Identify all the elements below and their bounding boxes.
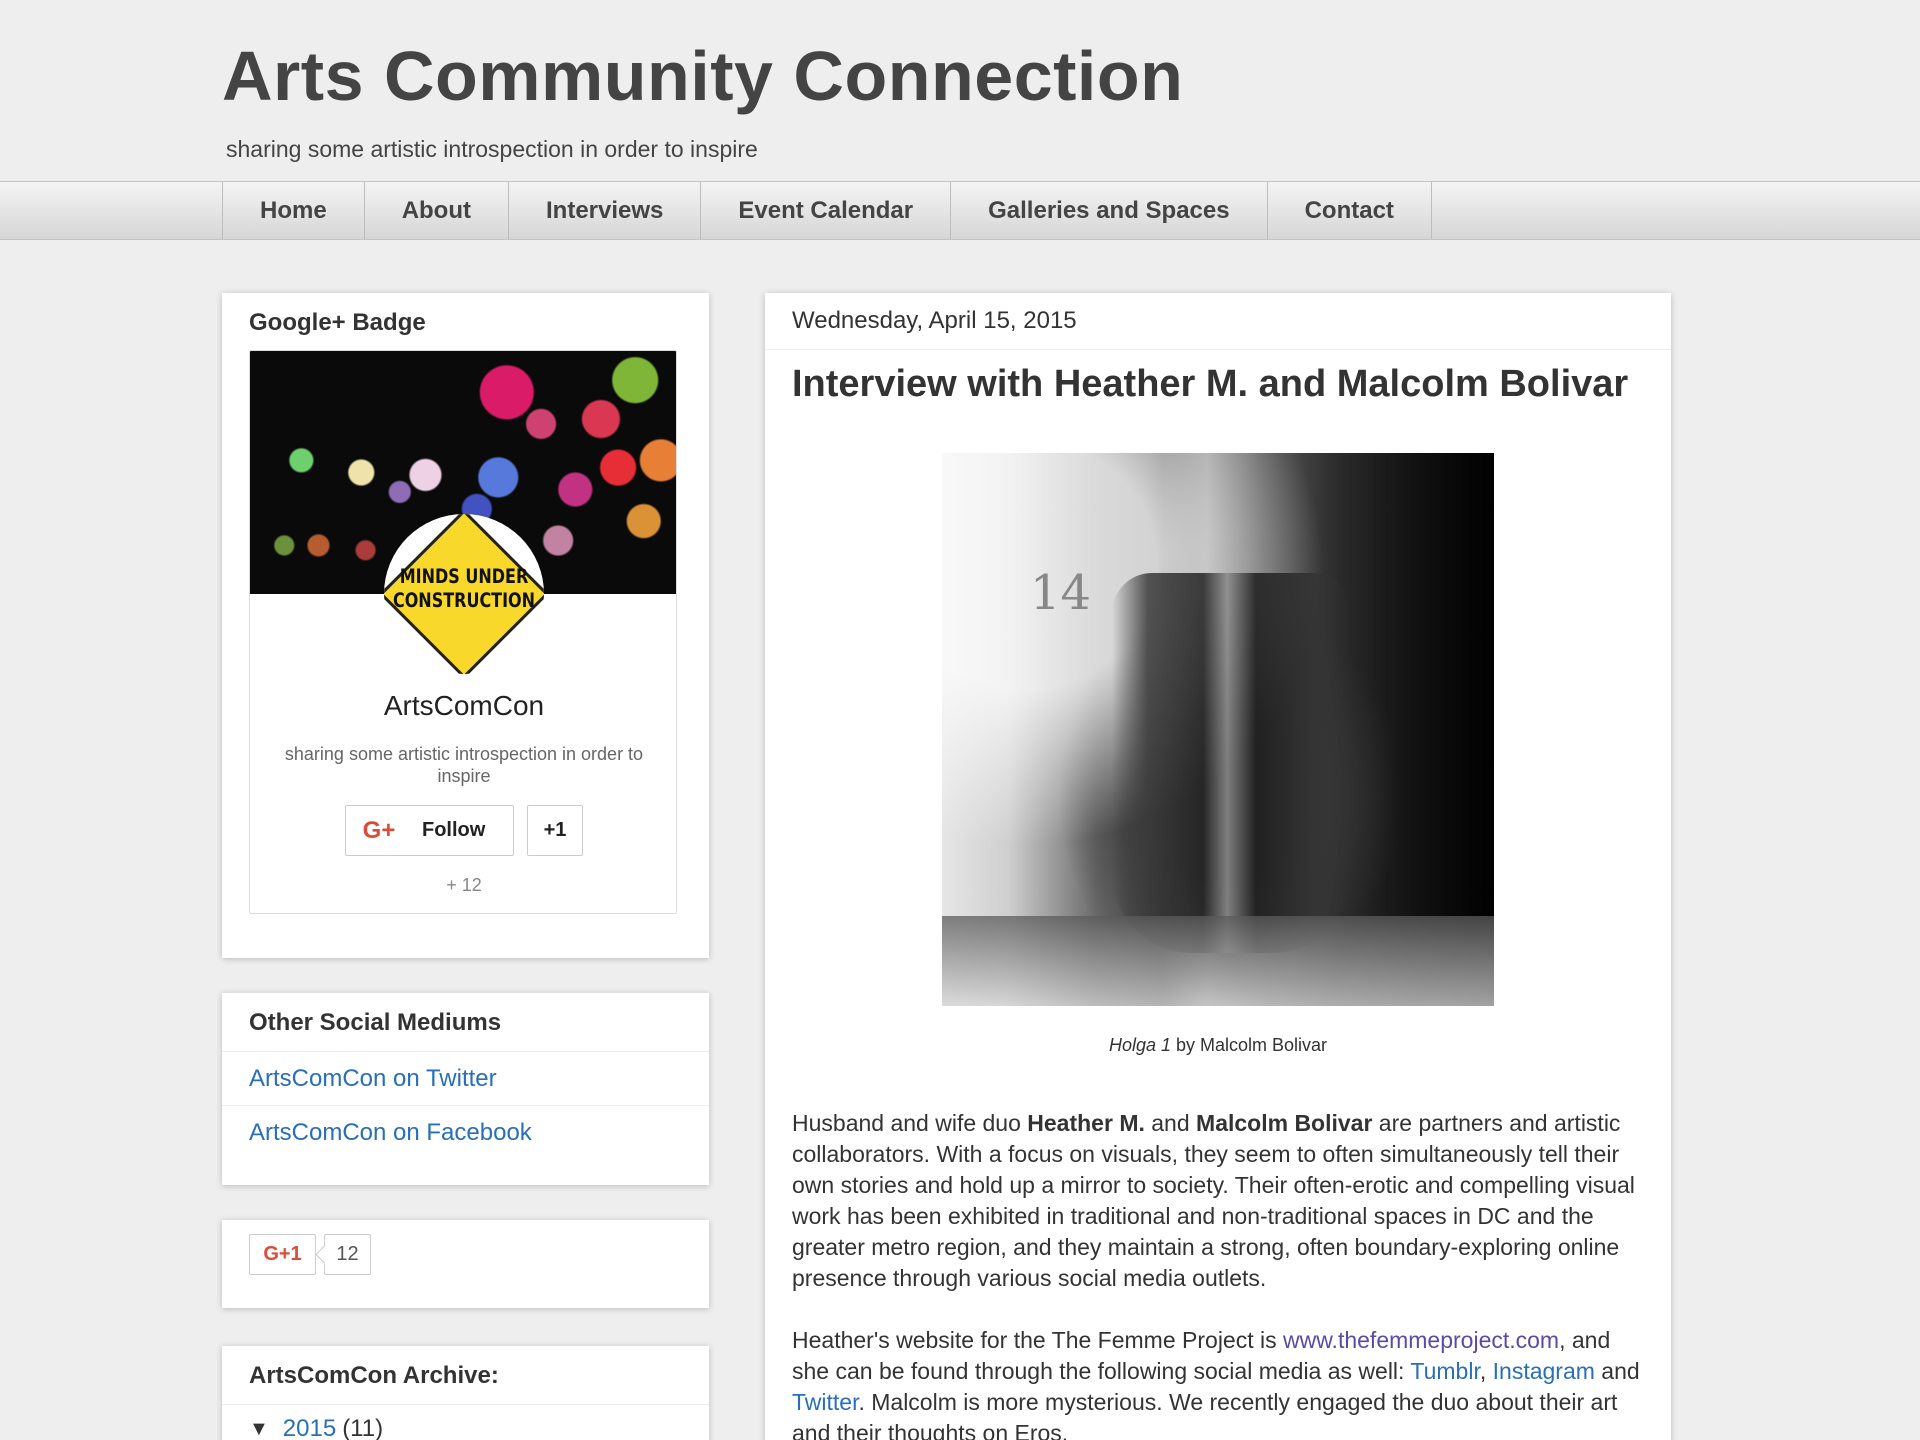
artist-name-heather: Heather M.: [1027, 1110, 1145, 1136]
photo-door-number: 14: [1030, 565, 1092, 621]
instagram-link[interactable]: Instagram: [1493, 1358, 1595, 1384]
photo-figure: [1112, 573, 1352, 953]
twitter-link[interactable]: ArtsComCon on Twitter: [222, 1052, 709, 1106]
badge-profile-name[interactable]: ArtsComCon: [250, 690, 676, 722]
post-paragraph: Husband and wife duo Heather M. and Malc…: [792, 1108, 1644, 1294]
archive-year-row: ▼ 2015 (11): [222, 1405, 709, 1440]
caption-credit: by Malcolm Bolivar: [1171, 1035, 1328, 1055]
text: Husband and wife duo: [792, 1110, 1028, 1136]
tumblr-link[interactable]: Tumblr: [1410, 1358, 1479, 1384]
follow-label: Follow: [422, 819, 486, 841]
nav-item-home[interactable]: Home: [223, 182, 365, 239]
text: . Malcolm is more mysterious. We recentl…: [792, 1389, 1618, 1440]
gplus-badge-card: MINDS UNDER CONSTRUCTION ArtsComCon shar…: [249, 350, 677, 914]
follower-count: + 12: [446, 875, 482, 895]
post-paragraph: Heather's website for the The Femme Proj…: [792, 1325, 1644, 1440]
plus-one-button[interactable]: +1: [527, 805, 583, 856]
photo-floor: [942, 916, 1494, 1006]
divider: [765, 349, 1671, 350]
artist-name-malcolm: Malcolm Bolivar: [1196, 1110, 1373, 1136]
widget-title: Other Social Mediums: [222, 993, 709, 1052]
post-photo[interactable]: 14: [942, 453, 1494, 1006]
photo-caption: Holga 1 by Malcolm Bolivar: [765, 1035, 1671, 1056]
text: and: [1594, 1358, 1640, 1384]
text: and: [1144, 1110, 1197, 1136]
google-plus-one-button[interactable]: G+1: [249, 1234, 316, 1275]
gplus-badge-widget: Google+ Badge MINDS UNDER CONSTRUCTION A…: [222, 293, 709, 958]
nav-item-contact[interactable]: Contact: [1268, 182, 1432, 239]
archive-year-count: (11): [342, 1415, 384, 1440]
widget-title: Google+ Badge: [249, 309, 426, 336]
nav-item-galleries-and-spaces[interactable]: Galleries and Spaces: [951, 182, 1268, 239]
text: are partners and artistic collaborators.…: [792, 1110, 1635, 1291]
archive-widget: ArtsComCon Archive: ▼ 2015 (11): [222, 1346, 709, 1440]
blog-post: Wednesday, April 15, 2015 Interview with…: [765, 293, 1671, 1440]
nav-item-event-calendar[interactable]: Event Calendar: [701, 182, 952, 239]
google-plus-icon: G+: [362, 816, 396, 844]
archive-year-link[interactable]: 2015: [283, 1415, 336, 1440]
site-description: sharing some artistic introspection in o…: [226, 136, 758, 162]
plus-one-count: 12: [324, 1234, 371, 1275]
post-date: Wednesday, April 15, 2015: [792, 307, 1077, 334]
social-links-widget: Other Social Mediums ArtsComCon on Twitt…: [222, 993, 709, 1185]
badge-tagline: sharing some artistic introspection in o…: [284, 744, 644, 786]
avatar-logo-text: MINDS UNDER CONSTRUCTION: [392, 565, 536, 612]
nav-list: Home About Interviews Event Calendar Gal…: [222, 182, 1432, 239]
widget-title: ArtsComCon Archive:: [222, 1346, 709, 1405]
post-body: Husband and wife duo Heather M. and Malc…: [792, 1108, 1644, 1440]
blog-header: Arts Community Connection sharing some a…: [0, 0, 1920, 181]
post-title[interactable]: Interview with Heather M. and Malcolm Bo…: [792, 363, 1628, 406]
caption-title: Holga 1: [1108, 1035, 1171, 1055]
femme-project-link[interactable]: www.thefemmeproject.com: [1283, 1327, 1559, 1353]
follow-button[interactable]: G+ Follow: [345, 805, 514, 856]
nav-item-about[interactable]: About: [365, 182, 509, 239]
plus-one-widget: G+1 12: [222, 1220, 709, 1308]
site-title[interactable]: Arts Community Connection: [222, 36, 1183, 116]
nav-item-interviews[interactable]: Interviews: [509, 182, 702, 239]
avatar[interactable]: MINDS UNDER CONSTRUCTION: [384, 514, 544, 674]
text: Heather's website for the The Femme Proj…: [792, 1327, 1283, 1353]
facebook-link[interactable]: ArtsComCon on Facebook: [222, 1106, 709, 1160]
text: ,: [1479, 1358, 1493, 1384]
collapse-arrow-icon[interactable]: ▼: [249, 1418, 269, 1440]
twitter-link[interactable]: Twitter: [792, 1389, 858, 1415]
top-navigation: Home About Interviews Event Calendar Gal…: [0, 181, 1920, 240]
